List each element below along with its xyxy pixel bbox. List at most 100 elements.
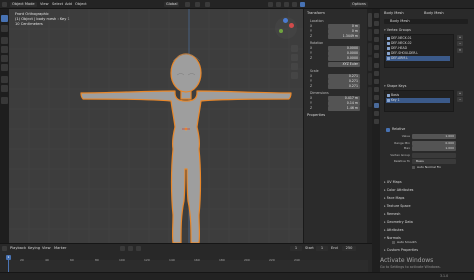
cursor-icon[interactable] (1, 25, 8, 32)
relative-checkbox[interactable] (386, 128, 390, 132)
timeline-editor[interactable]: Playback Keying View Marker 1 Start 1 En… (0, 243, 372, 272)
measure-icon[interactable] (1, 85, 8, 92)
move-icon[interactable] (1, 37, 8, 44)
rotation-z-field[interactable]: 0.0000 (328, 56, 360, 61)
tab-view[interactable] (367, 43, 372, 55)
section-custom-properties[interactable]: Custom Properties (384, 248, 418, 253)
menu-keying[interactable]: Keying (28, 246, 40, 251)
menu-object[interactable]: Object (75, 2, 87, 7)
menu-view[interactable]: View (40, 2, 49, 7)
options-dropdown[interactable]: Options (350, 2, 368, 7)
section-remesh[interactable]: Remesh (384, 212, 401, 217)
modifier-tab-icon[interactable] (373, 71, 379, 76)
shape-value-field[interactable]: 1.000 (412, 134, 456, 139)
orientation-dropdown[interactable]: Global (164, 2, 180, 7)
camera-view-icon[interactable] (291, 63, 298, 70)
tool-tab-icon[interactable] (373, 13, 379, 18)
view-layer-tab-icon[interactable] (373, 37, 379, 42)
mesh-data-tab-icon[interactable] (373, 103, 379, 108)
range-max-field[interactable]: 1.000 (412, 146, 456, 151)
jump-end-icon[interactable] (136, 246, 141, 251)
xray-icon[interactable] (292, 2, 297, 7)
section-transform[interactable]: Transform (307, 11, 325, 16)
section-face-maps[interactable]: Face Maps (384, 196, 405, 201)
vertex-group-field[interactable] (412, 153, 456, 158)
gizmo-toggle-icon[interactable] (276, 2, 281, 7)
annotate-icon[interactable] (1, 76, 8, 83)
menu-marker[interactable]: Marker (54, 246, 66, 251)
z-axis-icon[interactable] (283, 18, 288, 23)
auto-normal-checkbox[interactable] (412, 166, 415, 169)
current-frame-field[interactable]: 1 (290, 246, 302, 251)
pan-hand-icon[interactable] (291, 54, 298, 61)
tab-create[interactable] (367, 57, 372, 71)
header-object-name[interactable]: Body Mesh (384, 10, 404, 16)
rotation-x-field[interactable]: 0.0000 (328, 46, 360, 51)
vertex-group-menu-icon[interactable]: ▾ (457, 48, 463, 53)
texture-tab-icon[interactable] (373, 119, 379, 124)
tab-animation[interactable] (367, 87, 372, 107)
section-color-attributes[interactable]: Color Attributes (384, 188, 414, 193)
render-tab-icon[interactable] (373, 21, 379, 26)
particles-tab-icon[interactable] (373, 79, 379, 84)
end-frame-field[interactable]: 250 (342, 246, 356, 251)
add-shape-key-button[interactable]: + (457, 91, 463, 96)
location-y-field[interactable]: 0 m (328, 29, 360, 34)
list-item[interactable]: Key 1 (386, 98, 450, 103)
location-z-field[interactable]: 1.3449 m (328, 34, 360, 39)
scene-tab-icon[interactable] (373, 45, 379, 50)
relative-to-field[interactable]: Basis (412, 159, 456, 164)
snap-icon[interactable] (195, 2, 200, 7)
mode-dropdown[interactable]: Object Mode (10, 2, 37, 7)
menu-add[interactable]: Add (65, 2, 72, 7)
section-properties[interactable]: Properties (307, 113, 325, 118)
add-cube-icon[interactable] (1, 97, 8, 104)
dimensions-x-field[interactable]: 0.417 m (328, 96, 360, 101)
material-tab-icon[interactable] (373, 111, 379, 116)
list-item[interactable]: DEF-SHOULDER.L (386, 51, 450, 56)
output-tab-icon[interactable] (373, 29, 379, 34)
proportional-edit-icon[interactable] (205, 2, 210, 7)
3d-viewport[interactable]: Front Orthographic (1) Object | body mes… (9, 9, 303, 243)
rotation-mode-dropdown[interactable]: XYZ Euler (328, 62, 360, 67)
list-item[interactable]: DEF-NECK.01 (386, 36, 450, 41)
world-tab-icon[interactable] (373, 53, 379, 58)
scale-z-field[interactable]: 0.271 (328, 84, 360, 89)
timeline-editor-icon[interactable] (2, 246, 7, 251)
list-item[interactable]: DEF-NECK.02 (386, 41, 450, 46)
section-attributes[interactable]: Attributes (384, 228, 404, 233)
editor-type-icon[interactable] (2, 2, 7, 7)
add-vertex-group-button[interactable]: + (457, 35, 463, 40)
section-uv-maps[interactable]: UV Maps (384, 180, 402, 185)
mesh-datablock-field[interactable]: Body Mesh (384, 19, 468, 24)
solid-shading-icon[interactable] (300, 2, 305, 7)
start-frame-field[interactable]: 1 (316, 246, 328, 251)
object-tab-icon[interactable] (373, 63, 379, 68)
range-min-field[interactable]: 0.000 (412, 141, 456, 146)
section-vertex-groups[interactable]: Vertex Groups (384, 28, 411, 33)
menu-playback[interactable]: Playback (10, 246, 26, 251)
transform-icon[interactable] (1, 64, 8, 71)
constraints-tab-icon[interactable] (373, 95, 379, 100)
remove-vertex-group-button[interactable]: − (457, 41, 463, 46)
auto-smooth-checkbox[interactable] (392, 241, 395, 244)
rotate-icon[interactable] (1, 46, 8, 53)
list-item[interactable]: DEF-ARM.L (386, 56, 450, 61)
tab-item[interactable] (367, 13, 372, 27)
scale-x-field[interactable]: 0.271 (328, 74, 360, 79)
tab-tool[interactable] (367, 29, 372, 41)
y-axis-icon[interactable] (279, 29, 283, 33)
menu-select[interactable]: Select (52, 2, 63, 7)
scale-y-field[interactable]: 0.271 (328, 79, 360, 84)
section-shape-keys[interactable]: Shape Keys (384, 84, 407, 89)
dimensions-z-field[interactable]: 1.46 m (328, 106, 360, 111)
list-item[interactable]: Basis (386, 93, 450, 98)
menu-timeline-view[interactable]: View (42, 246, 51, 251)
x-axis-icon[interactable] (289, 23, 294, 28)
overlay-toggle-icon[interactable] (284, 2, 289, 7)
tab-edit[interactable] (367, 73, 372, 85)
section-texture-space[interactable]: Texture Space (384, 204, 411, 209)
header-mesh-name[interactable]: Body Mesh (424, 10, 444, 16)
select-box-icon[interactable] (1, 15, 8, 22)
zoom-icon[interactable] (291, 45, 298, 52)
